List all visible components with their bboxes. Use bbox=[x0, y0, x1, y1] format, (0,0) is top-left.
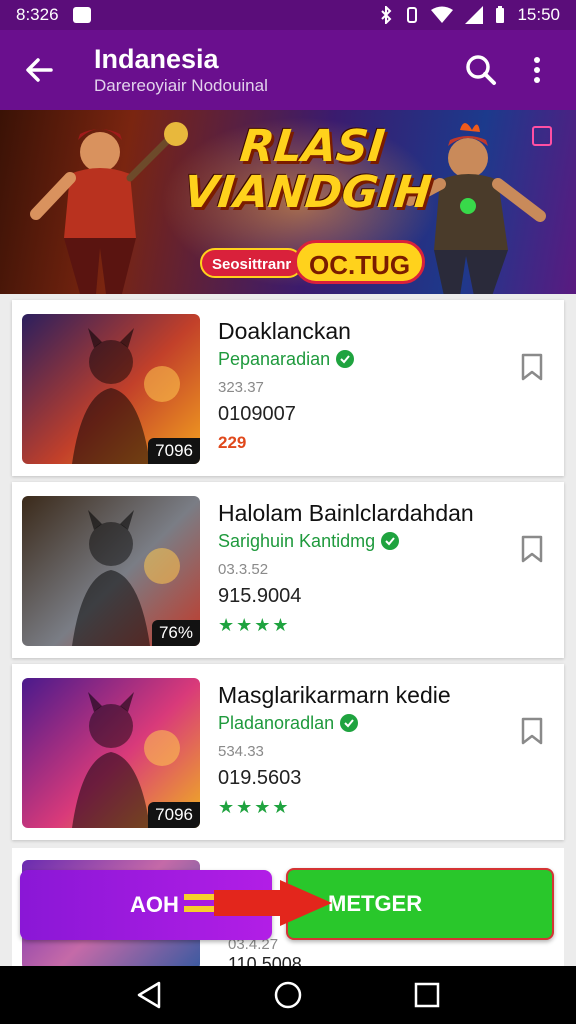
game-meta: 323.37 bbox=[218, 379, 264, 396]
verified-check-icon bbox=[336, 350, 355, 368]
page-title: Indanesia bbox=[94, 44, 219, 74]
game-thumbnail: 7096 bbox=[22, 314, 200, 464]
banner-title-line1: RLASI bbox=[237, 121, 388, 172]
game-developer[interactable]: Pladanoradlan bbox=[218, 710, 508, 736]
discount-badge: 7096 bbox=[148, 438, 200, 464]
bottom-action-bar: AOH METGER bbox=[20, 866, 556, 942]
game-number: 019.5603 bbox=[218, 767, 302, 789]
rating-stars: ★★★★ bbox=[218, 797, 291, 817]
game-meta: 03.3.52 bbox=[218, 561, 269, 578]
metger-button-label: METGER bbox=[328, 891, 423, 916]
rating-stars: ★★★★ bbox=[218, 615, 291, 635]
system-nav-bar bbox=[0, 966, 576, 1024]
list-item[interactable]: 7096 Doaklanckan Pepanaradian 323.37 010… bbox=[12, 300, 564, 476]
banner-corner-icon bbox=[532, 126, 552, 146]
bookmark-button[interactable] bbox=[518, 714, 546, 748]
search-icon bbox=[466, 55, 496, 85]
bookmark-icon bbox=[521, 353, 543, 381]
battery-icon bbox=[495, 6, 505, 24]
list-item[interactable]: 7096 Masglarikarmarn kedie Pladanoradlan… bbox=[12, 664, 564, 840]
discount-badge: 7096 bbox=[148, 802, 200, 828]
verified-check-icon bbox=[381, 532, 400, 550]
game-title[interactable]: Masglarikarmarn kedie bbox=[218, 680, 508, 710]
list-item[interactable]: 76% Halolam Bainlclardahdan Sarighuin Ka… bbox=[12, 482, 564, 658]
nav-back-button[interactable] bbox=[125, 971, 173, 1019]
game-number: 915.9004 bbox=[218, 585, 302, 607]
game-list: 7096 Doaklanckan Pepanaradian 323.37 010… bbox=[12, 300, 564, 846]
game-title[interactable]: Halolam Bainlclardahdan bbox=[218, 498, 508, 528]
bookmark-button[interactable] bbox=[518, 532, 546, 566]
nav-recents-button[interactable] bbox=[403, 971, 451, 1019]
square-recents-icon bbox=[414, 982, 439, 1008]
game-developer[interactable]: Pepanaradian bbox=[218, 346, 508, 372]
app-bar: Indanesia Darereoyiair Nodouinal bbox=[0, 30, 576, 110]
game-title[interactable]: Doaklanckan bbox=[218, 316, 508, 346]
bookmark-icon bbox=[521, 535, 543, 563]
warrior-illustration-left bbox=[30, 122, 188, 294]
bluetooth-icon bbox=[379, 6, 393, 24]
banner-title-line2: VIANDGIH bbox=[181, 167, 434, 218]
signal-icon bbox=[465, 6, 484, 24]
notification-icon bbox=[72, 7, 91, 23]
back-arrow-icon bbox=[26, 58, 53, 82]
page-subtitle: Darereoyiair Nodouinal bbox=[94, 76, 268, 95]
verified-check-icon bbox=[340, 714, 359, 732]
developer-name: Sarighuin Kantidmg bbox=[218, 531, 376, 551]
developer-name: Pepanaradian bbox=[218, 349, 331, 369]
more-options-button[interactable] bbox=[514, 47, 560, 93]
triangle-back-icon bbox=[138, 981, 161, 1009]
game-developer[interactable]: Sarighuin Kantidmg bbox=[218, 528, 508, 554]
banner-title: RLASI VIANDGIH bbox=[175, 121, 445, 218]
status-time-right: 15:50 bbox=[517, 5, 560, 24]
bookmark-button[interactable] bbox=[518, 350, 546, 384]
aoh-button-label: AOH bbox=[130, 892, 179, 917]
banner-badge: OC.TUG bbox=[294, 240, 426, 284]
promo-banner[interactable]: RLASI VIANDGIH Seosittranr OC.TUG bbox=[0, 110, 576, 294]
banner-pill: Seosittranr bbox=[200, 248, 304, 278]
search-button[interactable] bbox=[458, 47, 504, 93]
circle-home-icon bbox=[274, 981, 302, 1009]
game-thumbnail: 76% bbox=[22, 496, 200, 646]
wifi-icon bbox=[431, 6, 454, 24]
bookmark-icon bbox=[521, 717, 543, 745]
back-button[interactable] bbox=[16, 47, 62, 93]
game-meta: 534.33 bbox=[218, 743, 264, 760]
status-bar: 8:326 15:50 bbox=[0, 0, 576, 30]
red-arrow-icon bbox=[184, 880, 332, 926]
vibrate-icon bbox=[405, 6, 419, 24]
game-price: 229 bbox=[218, 433, 247, 452]
more-vert-icon bbox=[534, 57, 540, 83]
game-number: 0109007 bbox=[218, 403, 296, 425]
game-thumbnail: 7096 bbox=[22, 678, 200, 828]
status-time-left: 8:326 bbox=[16, 5, 59, 24]
nav-home-button[interactable] bbox=[264, 971, 312, 1019]
discount-badge: 76% bbox=[151, 620, 200, 646]
developer-name: Pladanoradlan bbox=[218, 713, 335, 733]
